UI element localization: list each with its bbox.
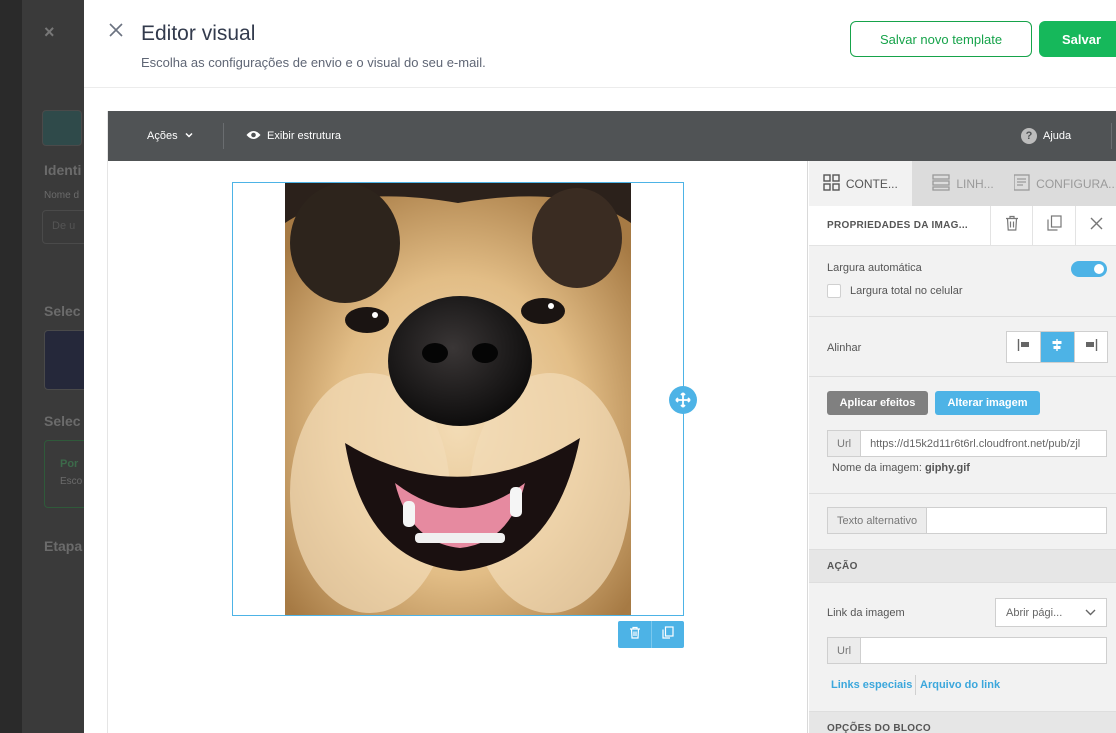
trash-icon	[629, 626, 641, 644]
full-width-mobile-label: Largura total no celular	[850, 285, 963, 297]
image-name-value: giphy.gif	[924, 462, 970, 474]
change-image-button[interactable]: Alterar imagem	[935, 391, 1040, 415]
rows-icon	[932, 173, 950, 194]
modal-header: Editor visual Escolha as configurações d…	[84, 0, 1116, 88]
background-label: Identi	[44, 162, 82, 178]
align-label: Alinhar	[827, 342, 862, 354]
tab-rows-label: LINH...	[956, 176, 994, 191]
url-addon: Url	[828, 431, 862, 456]
block-actions	[618, 621, 684, 648]
link-divider	[915, 675, 916, 695]
auto-width-toggle[interactable]	[1071, 261, 1107, 277]
editor-toolbar: Ações Exibir estrutura ? Ajuda	[108, 111, 1116, 161]
align-left-icon	[1017, 338, 1031, 357]
alt-text-field[interactable]: Texto alternativo	[827, 507, 1107, 534]
image-url-field[interactable]: Url https://d15k2d11r6t6rl.cloudfront.ne…	[827, 430, 1107, 457]
copy-icon	[662, 625, 674, 644]
actions-label: Ações	[147, 130, 178, 142]
align-center-button[interactable]	[1040, 332, 1074, 362]
visual-editor-modal: Editor visual Escolha as configurações d…	[84, 0, 1116, 733]
background-label: Esco	[60, 476, 83, 487]
background-label: Por	[60, 458, 79, 470]
dog-image[interactable]	[285, 183, 631, 615]
image-url-input[interactable]: https://d15k2d11r6t6rl.cloudfront.net/pu…	[861, 431, 1106, 456]
special-links-link[interactable]: Links especiais	[831, 679, 912, 691]
link-type-value: Abrir pági...	[1006, 606, 1063, 619]
align-right-button[interactable]	[1073, 332, 1107, 362]
image-name-label: Nome da imagem:	[832, 462, 922, 474]
alt-text-input[interactable]	[927, 508, 1106, 533]
modal-title: Editor visual	[141, 22, 256, 45]
image-properties-title: PROPRIEDADES DA IMAG...	[827, 220, 968, 231]
settings-doc-icon	[1014, 173, 1030, 194]
help-label: Ajuda	[1043, 130, 1072, 142]
full-width-mobile-checkbox[interactable]	[827, 284, 841, 298]
tab-content-label: CONTE...	[845, 176, 898, 191]
properties-panel: CONTE... LINH... CONFIGURA... PROPRIEDAD…	[809, 161, 1116, 733]
save-button[interactable]: Salvar	[1039, 21, 1116, 57]
background-label: Selec	[44, 413, 81, 429]
help-icon: ?	[1021, 128, 1037, 144]
delete-image-button[interactable]	[990, 205, 1032, 246]
align-left-button[interactable]	[1007, 332, 1040, 362]
delete-block-button[interactable]	[618, 621, 651, 648]
action-title: AÇÃO	[827, 561, 858, 572]
chevron-down-icon	[184, 130, 194, 143]
panel-tabs: CONTE... LINH... CONFIGURA...	[809, 161, 1116, 206]
save-new-template-button[interactable]: Salvar novo template	[850, 21, 1032, 57]
tab-settings[interactable]: CONFIGURA...	[1014, 161, 1116, 206]
block-options-title: OPÇÕES DO BLOCO	[827, 723, 931, 733]
chevron-down-icon	[1085, 607, 1096, 619]
align-center-icon	[1050, 338, 1064, 357]
image-name-row: Nome da imagem: giphy.gif	[832, 462, 970, 474]
link-url-input[interactable]	[861, 638, 1106, 663]
background-close-icon: ×	[44, 22, 55, 42]
background-label: Selec	[44, 303, 81, 319]
link-file-link[interactable]: Arquivo do link	[920, 679, 1000, 691]
selected-image-block[interactable]	[232, 182, 684, 616]
move-handle-icon[interactable]	[669, 386, 697, 414]
editor-canvas	[108, 161, 808, 733]
close-properties-button[interactable]	[1074, 205, 1116, 246]
alt-text-addon: Texto alternativo	[828, 508, 928, 533]
tab-rows[interactable]: LINH...	[912, 161, 1015, 206]
background-info-box	[42, 110, 82, 146]
actions-menu[interactable]: Ações	[147, 111, 194, 161]
toolbar-divider	[1111, 123, 1112, 149]
image-link-label: Link da imagem	[827, 607, 905, 619]
tab-settings-label: CONFIGURA...	[1036, 176, 1116, 191]
duplicate-image-button[interactable]	[1032, 205, 1074, 246]
link-url-field[interactable]: Url	[827, 637, 1107, 664]
copy-icon	[1046, 215, 1062, 236]
trash-icon	[1005, 215, 1019, 236]
tab-content[interactable]: CONTE...	[809, 161, 912, 206]
toolbar-divider	[223, 123, 224, 149]
close-icon[interactable]	[108, 22, 126, 40]
background-label: Nome d	[44, 190, 80, 201]
apply-effects-button[interactable]: Aplicar efeitos	[827, 391, 928, 415]
show-structure-toggle[interactable]: Exibir estrutura	[246, 111, 341, 161]
background-label: Etapa	[44, 538, 83, 554]
help-button[interactable]: ? Ajuda	[1021, 111, 1071, 161]
link-type-select[interactable]: Abrir pági...	[995, 598, 1107, 627]
duplicate-block-button[interactable]	[651, 621, 684, 648]
image-properties-header: PROPRIEDADES DA IMAG...	[809, 205, 1116, 246]
show-structure-label: Exibir estrutura	[267, 130, 341, 142]
width-section	[809, 247, 1116, 317]
close-icon	[1090, 217, 1103, 235]
align-buttons	[1006, 331, 1108, 363]
align-right-icon	[1084, 338, 1098, 357]
link-url-addon: Url	[828, 638, 862, 663]
auto-width-label: Largura automática	[827, 262, 922, 274]
modal-subtitle: Escolha as configurações de envio e o vi…	[141, 55, 486, 70]
background-label: De u	[52, 220, 76, 232]
grid-icon	[823, 173, 840, 194]
eye-icon	[246, 130, 261, 143]
email-editor: Ações Exibir estrutura ? Ajuda CONTE... …	[107, 111, 1116, 733]
